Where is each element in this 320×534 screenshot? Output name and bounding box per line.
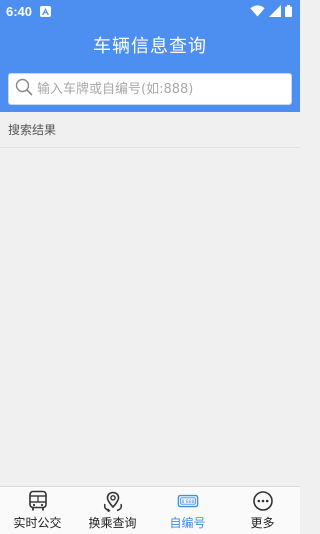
search-results-label: 搜索结果: [0, 112, 300, 148]
status-time: 6:40: [6, 3, 33, 19]
bottom-nav: 实时公交 换乘查询 8 888 自编号 更多: [0, 486, 300, 534]
nav-more[interactable]: 更多: [225, 487, 300, 534]
search-box[interactable]: [8, 73, 292, 105]
battery-icon: [285, 2, 292, 21]
results-list: [0, 148, 300, 486]
bus-number-icon: 8 888: [177, 490, 199, 512]
nav-label: 自编号: [169, 516, 206, 530]
signal-icon: [269, 2, 281, 21]
bus-icon: [27, 490, 49, 512]
transfer-icon: [102, 490, 124, 512]
search-icon: [15, 78, 33, 100]
page-title: 车辆信息查询: [93, 36, 207, 57]
status-bar: 6:40: [0, 0, 300, 22]
bus-number-badge: 8 888: [181, 499, 194, 505]
more-icon: [252, 490, 274, 512]
nav-label: 更多: [250, 516, 275, 530]
notification-icon: [40, 5, 52, 17]
search-input[interactable]: [37, 74, 285, 104]
nav-transfer-query[interactable]: 换乘查询: [75, 487, 150, 534]
nav-label: 换乘查询: [88, 516, 137, 530]
nav-label: 实时公交: [13, 516, 62, 530]
nav-bus-number[interactable]: 8 888 自编号: [150, 487, 225, 534]
wifi-icon: [250, 2, 265, 21]
nav-realtime-bus[interactable]: 实时公交: [0, 487, 75, 534]
